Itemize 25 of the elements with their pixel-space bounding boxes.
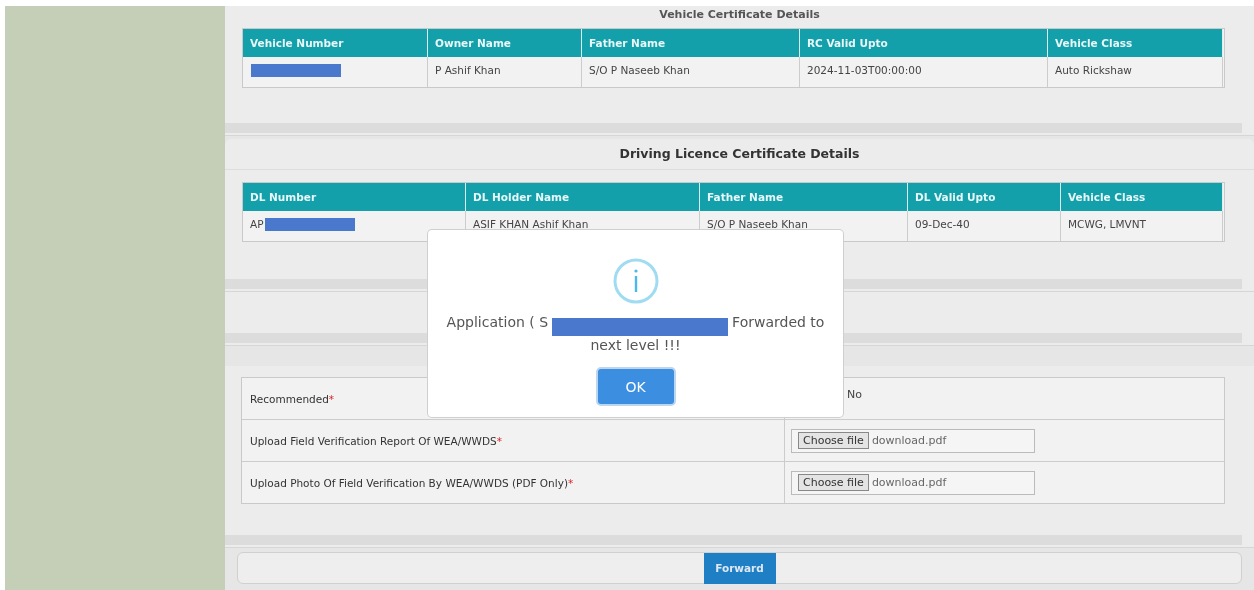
column-header: Father Name <box>700 183 908 211</box>
table-cell-text: Auto Rickshaw <box>1055 64 1132 76</box>
table-cell-text: 2024-11-03T00:00:00 <box>807 64 922 76</box>
dialog-message: Application ( S Forwarded to next level !!! <box>445 313 826 354</box>
column-header: Vehicle Class <box>1048 29 1223 57</box>
table-cell-text: S/O P Naseeb Khan <box>707 218 808 230</box>
field-label: Recommended* <box>250 392 335 405</box>
table-cell-text: ASIF KHAN Ashif Khan <box>473 218 589 230</box>
field-label: Upload Field Verification Report Of WEA/WWDS* <box>250 434 502 447</box>
column-header: Vehicle Class <box>1061 183 1223 211</box>
column-header: DL Holder Name <box>466 183 700 211</box>
section-title: Driving Licence Certificate Details <box>225 139 1254 170</box>
column-header: Vehicle Number <box>243 29 428 57</box>
table-cell-text: S/O P Naseeb Khan <box>589 64 690 76</box>
column-header: Owner Name <box>428 29 582 57</box>
column-header: Father Name <box>582 29 800 57</box>
table-cell-text: AP <box>250 218 264 230</box>
table-cell-text: MCWG, LMVNT <box>1068 218 1146 230</box>
column-header: DL Number <box>243 183 466 211</box>
section-title: Vehicle Certificate Details <box>658 7 821 23</box>
table-cell-text: P Ashif Khan <box>435 64 501 76</box>
field-label: Upload Photo Of Field Verification By WEA/WWDS (PDF Only)* <box>250 476 574 489</box>
column-header: RC Valid Upto <box>800 29 1048 57</box>
column-header: DL Valid Upto <box>908 183 1061 211</box>
table-cell-text: 09-Dec-40 <box>915 218 970 230</box>
